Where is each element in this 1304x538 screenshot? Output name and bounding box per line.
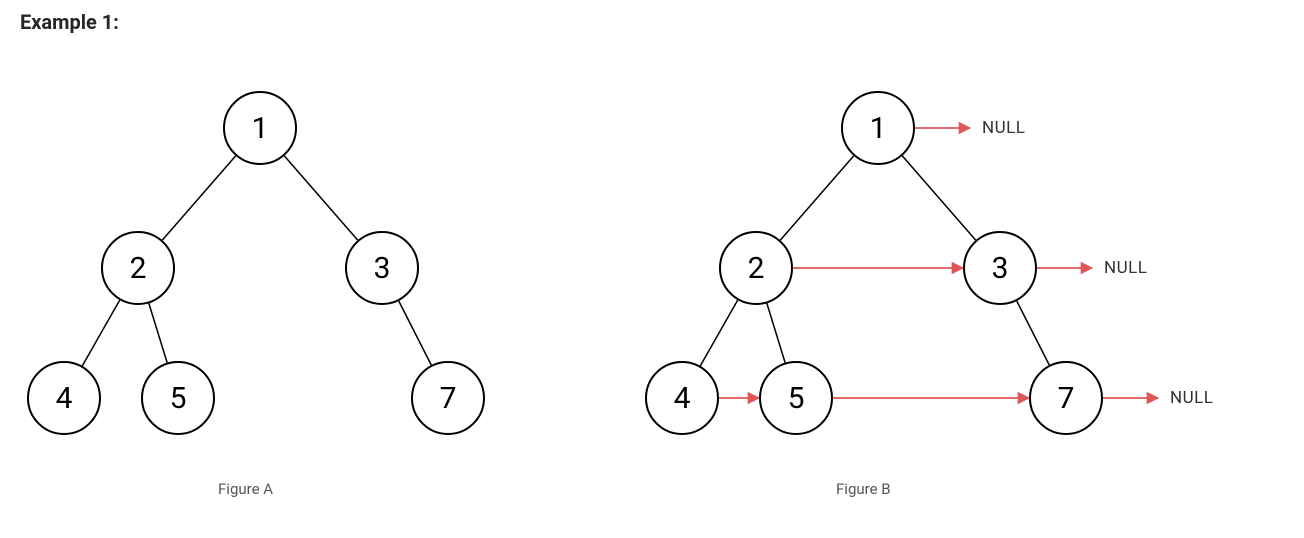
tree-node-7: 7	[1029, 361, 1103, 435]
figure-caption: Figure B	[836, 480, 891, 498]
tree-node-3: 3	[963, 231, 1037, 305]
tree-node-1: 1	[223, 91, 297, 165]
tree-node-2: 2	[719, 231, 793, 305]
tree-node-4: 4	[645, 361, 719, 435]
tree-node-5: 5	[141, 361, 215, 435]
tree-node-7: 7	[411, 361, 485, 435]
tree-node-1: 1	[841, 91, 915, 165]
diagram-nodes-layer: 123457Figure A123457NULLNULLNULLFigure B	[0, 0, 1304, 538]
tree-node-5: 5	[759, 361, 833, 435]
tree-node-4: 4	[27, 361, 101, 435]
null-label: NULL	[1170, 388, 1213, 408]
null-label: NULL	[1104, 258, 1147, 278]
null-label: NULL	[982, 118, 1025, 138]
tree-node-3: 3	[345, 231, 419, 305]
figure-caption: Figure A	[218, 480, 273, 498]
tree-node-2: 2	[101, 231, 175, 305]
